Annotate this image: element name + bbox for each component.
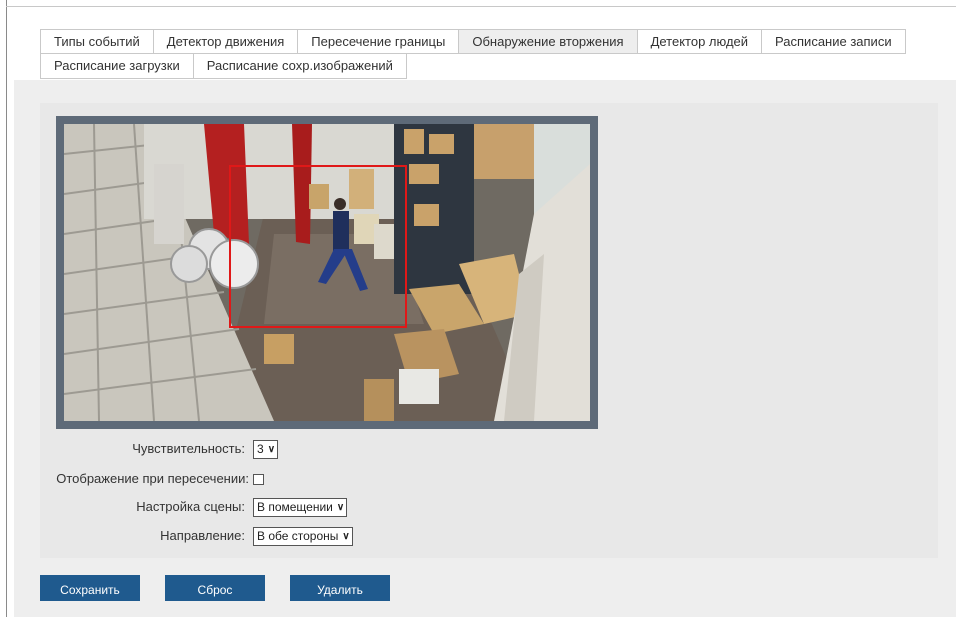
tab-upload-schedule[interactable]: Расписание загрузки: [40, 54, 194, 79]
direction-label: Направление:: [160, 528, 245, 543]
sensitivity-row: 3 ∨: [253, 439, 279, 459]
scene-setting-select[interactable]: В помещении ∨: [253, 497, 348, 517]
reset-button[interactable]: Сброс: [165, 575, 265, 601]
chevron-down-icon: ∨: [336, 501, 345, 513]
display-on-crossing-label: Отображение при пересечении:: [56, 471, 249, 486]
tab-line-crossing[interactable]: Пересечение границы: [298, 29, 460, 54]
scene-setting-label: Настройка сцены:: [136, 499, 245, 514]
scene-label-box: Настройка сцены:: [40, 497, 245, 517]
tab-event-types[interactable]: Типы событий: [40, 29, 154, 54]
scene-setting-value: В помещении: [257, 500, 333, 514]
chevron-down-icon: ∨: [267, 443, 276, 455]
chevron-down-icon: ∨: [342, 530, 350, 542]
top-border: [6, 6, 956, 7]
direction-label-box: Направление:: [40, 526, 245, 546]
intrusion-region[interactable]: [229, 165, 407, 328]
direction-row: В обе стороны ∨: [253, 526, 353, 546]
sensitivity-select[interactable]: 3 ∨: [253, 439, 279, 459]
save-button[interactable]: Сохранить: [40, 575, 140, 601]
delete-button[interactable]: Удалить: [290, 575, 390, 601]
left-border: [6, 0, 7, 617]
direction-select[interactable]: В обе стороны ∨: [253, 526, 353, 546]
direction-value: В обе стороны: [257, 529, 339, 543]
tab-bar: Типы событий Детектор движения Пересечен…: [40, 29, 906, 79]
tab-snapshot-schedule[interactable]: Расписание сохр.изображений: [193, 54, 407, 79]
sensitivity-label-box: Чувствительность:: [40, 439, 245, 459]
display-on-crossing-checkbox[interactable]: [253, 473, 264, 485]
scene-row: В помещении ∨: [253, 497, 348, 517]
sensitivity-value: 3: [257, 442, 264, 456]
tab-row-2: Расписание загрузки Расписание сохр.изоб…: [40, 54, 900, 79]
tab-row-1: Типы событий Детектор движения Пересечен…: [40, 29, 906, 54]
tab-intrusion-detection[interactable]: Обнаружение вторжения: [459, 29, 638, 54]
tab-motion-detection[interactable]: Детектор движения: [153, 29, 299, 54]
sensitivity-label: Чувствительность:: [132, 441, 245, 456]
display-label-box: Отображение при пересечении:: [40, 469, 249, 489]
tab-record-schedule[interactable]: Расписание записи: [762, 29, 906, 54]
tab-human-detection[interactable]: Детектор людей: [637, 29, 763, 54]
display-row: [253, 469, 264, 489]
